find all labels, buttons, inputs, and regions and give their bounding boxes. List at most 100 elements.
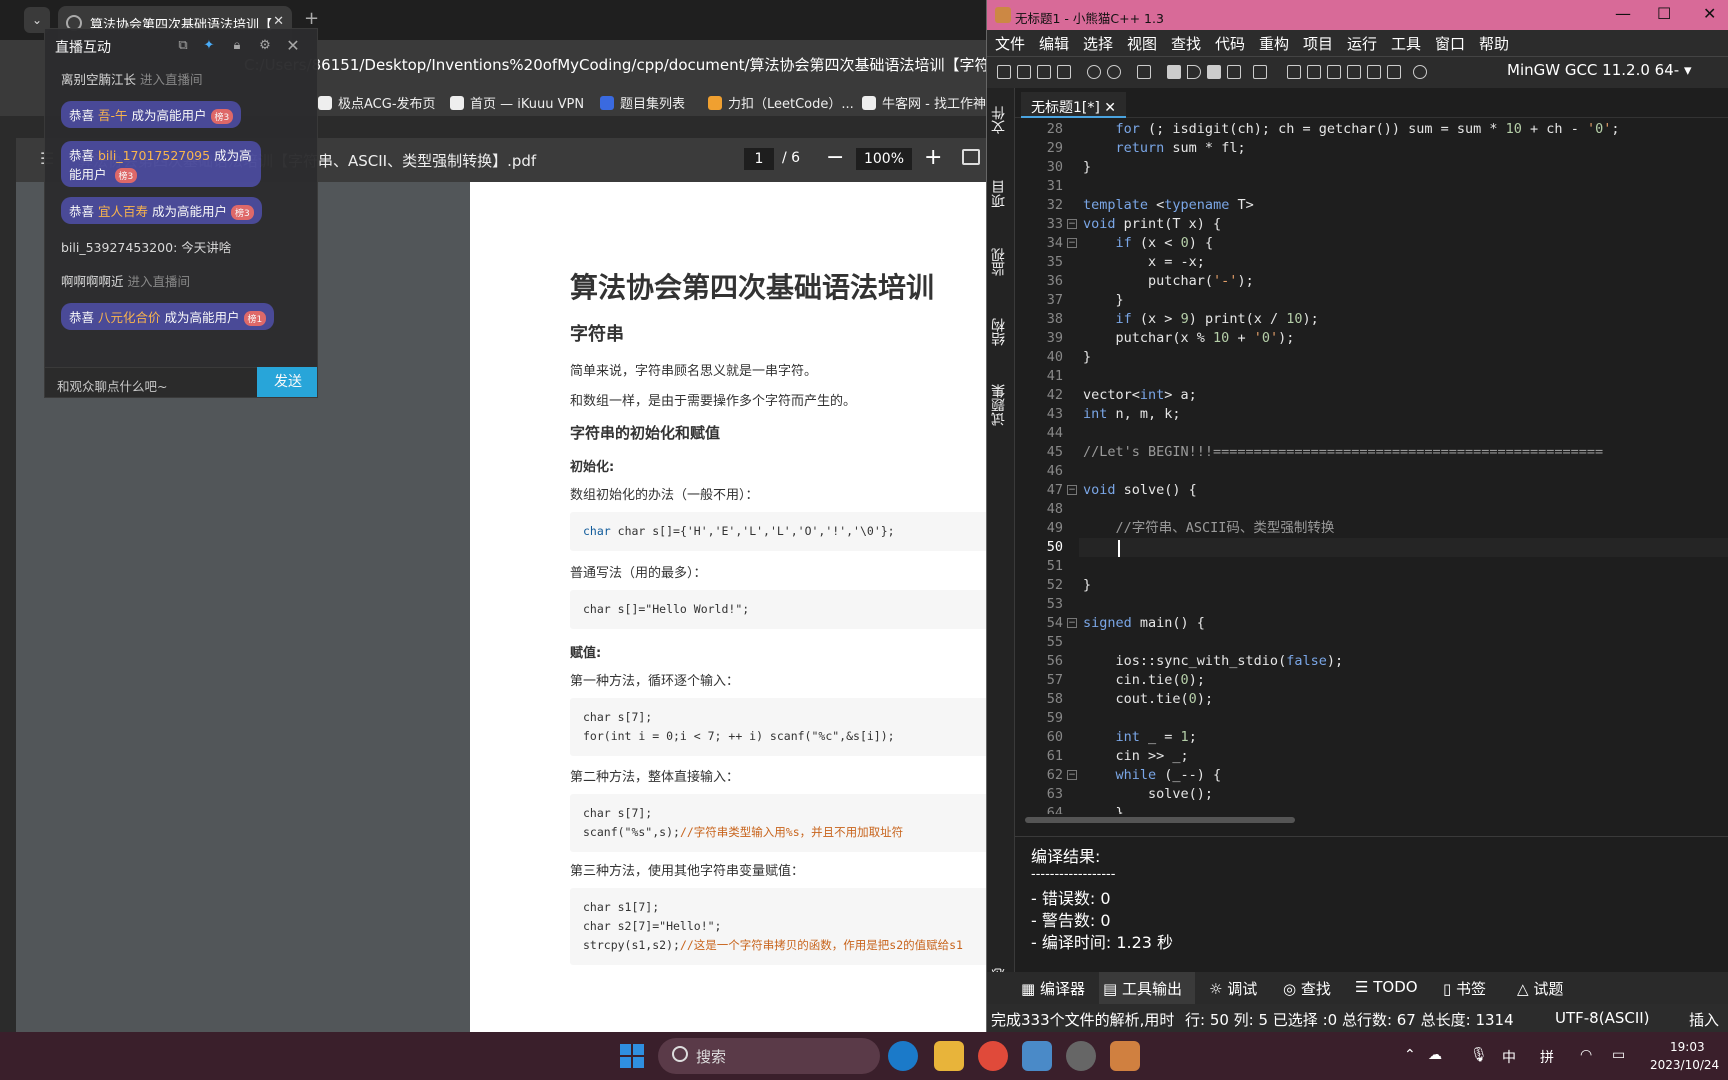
code-line[interactable]: return sum * fl; xyxy=(1083,139,1246,158)
code-line[interactable]: cin.tie(0); xyxy=(1083,671,1205,690)
battery-icon[interactable]: ▭ xyxy=(1612,1047,1625,1063)
continue-icon[interactable] xyxy=(1367,65,1381,79)
close-icon[interactable]: ✕ xyxy=(285,38,301,54)
debug-icon[interactable] xyxy=(1287,65,1301,79)
fold-toggle-icon[interactable]: − xyxy=(1067,238,1077,248)
step-out-icon[interactable] xyxy=(1347,65,1361,79)
popout-icon[interactable]: ⧉ xyxy=(175,38,191,54)
menu-project[interactable]: 项目 xyxy=(1303,33,1333,54)
menu-find[interactable]: 查找 xyxy=(1171,33,1201,54)
code-line[interactable]: } xyxy=(1083,158,1091,177)
step-icon[interactable] xyxy=(1307,65,1321,79)
code-line[interactable]: vector<int> a; xyxy=(1083,386,1197,405)
app-icon[interactable] xyxy=(1022,1041,1052,1071)
chat-input[interactable]: 和观众聊点什么吧~ xyxy=(45,367,257,397)
horizontal-scrollbar[interactable] xyxy=(1015,814,1728,826)
tab-search[interactable]: ◎ 查找 xyxy=(1283,978,1331,999)
code-line[interactable]: while (_--) { xyxy=(1083,766,1222,785)
close-window-icon[interactable]: ✕ xyxy=(1703,4,1716,23)
editor-tab[interactable]: 无标题1[*] ✕ xyxy=(1021,92,1127,118)
pin-icon[interactable]: ✦ xyxy=(201,38,217,54)
menu-run[interactable]: 运行 xyxy=(1347,33,1377,54)
tab-todo[interactable]: ☰ TODO xyxy=(1355,978,1418,996)
code-line[interactable]: } xyxy=(1083,348,1091,367)
run-icon[interactable] xyxy=(1187,65,1201,79)
save-icon[interactable] xyxy=(1037,65,1051,79)
lock-icon[interactable]: 🔒︎ xyxy=(229,38,245,54)
fold-toggle-icon[interactable]: − xyxy=(1067,485,1077,495)
code-line[interactable]: cout.tie(0); xyxy=(1083,690,1214,709)
microphone-icon[interactable]: 🎙︎ xyxy=(1470,1047,1488,1063)
close-tab-icon[interactable]: ✕ xyxy=(273,14,284,29)
ime-mode[interactable]: 拼 xyxy=(1540,1047,1554,1067)
tab-problems[interactable]: △ 试题 xyxy=(1517,978,1563,999)
menu-tools[interactable]: 工具 xyxy=(1391,33,1421,54)
page-number-input[interactable]: 1 xyxy=(744,148,774,170)
tab-debug[interactable]: ☼ 调试 xyxy=(1209,978,1257,999)
code-line[interactable]: void print(T x) { xyxy=(1083,215,1221,234)
code-editor[interactable]: 28 29 30 31 32 33−34−35 36 37 38 39 40 41 42 43 44 45 46… xyxy=(1015,118,1728,814)
code-line[interactable]: cin >> _; xyxy=(1083,747,1189,766)
tab-compiler[interactable]: ▦ 编译器 xyxy=(1021,978,1085,999)
locate-icon[interactable] xyxy=(1137,65,1151,79)
code-line[interactable]: template <typename T> xyxy=(1083,196,1254,215)
scrollbar-thumb[interactable] xyxy=(1025,817,1295,823)
maximize-icon[interactable]: ☐ xyxy=(1657,4,1671,23)
minimize-icon[interactable]: — xyxy=(1615,4,1631,23)
options-icon[interactable] xyxy=(1253,65,1267,79)
tab-tool-output[interactable]: ▤ 工具输出 xyxy=(1099,972,1195,1004)
address-url[interactable]: C:/Users/86151/Desktop/Inventions%20ofMy… xyxy=(244,54,1039,75)
taskbar-search[interactable]: 搜索 xyxy=(658,1038,880,1074)
fit-page-icon[interactable] xyxy=(962,149,980,165)
menu-code[interactable]: 代码 xyxy=(1215,33,1245,54)
code-line[interactable]: solve(); xyxy=(1083,785,1213,804)
menu-view[interactable]: 视图 xyxy=(1127,33,1157,54)
close-tab-icon[interactable]: ✕ xyxy=(1104,100,1116,116)
bookmark-item[interactable]: 力扣（LeetCode）... xyxy=(708,93,854,112)
stop-icon[interactable] xyxy=(1387,65,1401,79)
forward-icon[interactable] xyxy=(1107,65,1121,79)
rail-structure[interactable]: 结构 xyxy=(989,318,1013,346)
step-into-icon[interactable] xyxy=(1327,65,1341,79)
menu-file[interactable]: 文件 xyxy=(995,33,1025,54)
ime-indicator[interactable]: 中 xyxy=(1502,1047,1516,1067)
menu-refactor[interactable]: 重构 xyxy=(1259,33,1289,54)
wifi-icon[interactable]: ◠ xyxy=(1580,1047,1592,1063)
zoom-out-button[interactable]: − xyxy=(826,145,844,170)
bookmark-item[interactable]: 牛客网 - 找工作神... xyxy=(862,93,998,112)
code-line[interactable]: if (x < 0) { xyxy=(1083,234,1214,253)
code-line[interactable]: putchar('-'); xyxy=(1083,272,1254,291)
code-line[interactable]: x = -x; xyxy=(1083,253,1205,272)
code-line[interactable]: int n, m, k; xyxy=(1083,405,1181,424)
code-line[interactable]: void solve() { xyxy=(1083,481,1197,500)
tab-bookmarks[interactable]: ▯ 书签 xyxy=(1443,978,1486,999)
code-line[interactable]: } xyxy=(1083,576,1091,595)
cloud-icon[interactable]: ☁ xyxy=(1428,1047,1442,1063)
compile-icon[interactable] xyxy=(1167,65,1181,79)
rail-problem-set[interactable]: 试题集 xyxy=(989,384,1013,426)
code-line[interactable] xyxy=(1079,538,1728,557)
code-line[interactable]: ios::sync_with_stdio(false); xyxy=(1083,652,1344,671)
send-button[interactable]: 发送 xyxy=(257,367,317,397)
code-line[interactable]: for (; isdigit(ch); ch = getchar()) sum … xyxy=(1083,120,1620,139)
code-line[interactable]: int _ = 1; xyxy=(1083,728,1197,747)
save-all-icon[interactable] xyxy=(1057,65,1071,79)
fold-toggle-icon[interactable]: − xyxy=(1067,618,1077,628)
chrome-icon[interactable] xyxy=(978,1041,1008,1071)
menu-help[interactable]: 帮助 xyxy=(1479,33,1509,54)
code-line[interactable]: } xyxy=(1083,804,1124,814)
back-icon[interactable] xyxy=(1087,65,1101,79)
code-line[interactable]: } xyxy=(1083,291,1124,310)
zoom-level[interactable]: 100% xyxy=(856,148,912,170)
rebuild-icon[interactable] xyxy=(1227,65,1241,79)
menu-window[interactable]: 窗口 xyxy=(1435,33,1465,54)
menu-select[interactable]: 选择 xyxy=(1083,33,1113,54)
code-line[interactable]: //Let's BEGIN!!!========================… xyxy=(1083,443,1603,462)
code-line[interactable]: //字符串、ASCII码、类型强制转换 xyxy=(1083,519,1335,538)
bookmark-item[interactable]: 首页 — iKuuu VPN xyxy=(450,93,584,112)
zoom-in-button[interactable]: + xyxy=(924,145,942,170)
chevron-up-icon[interactable]: ⌃ xyxy=(1404,1047,1416,1063)
profile-icon[interactable] xyxy=(1413,65,1427,79)
obs-icon[interactable] xyxy=(1066,1041,1096,1071)
rail-watch[interactable]: 监视 xyxy=(989,248,1013,276)
